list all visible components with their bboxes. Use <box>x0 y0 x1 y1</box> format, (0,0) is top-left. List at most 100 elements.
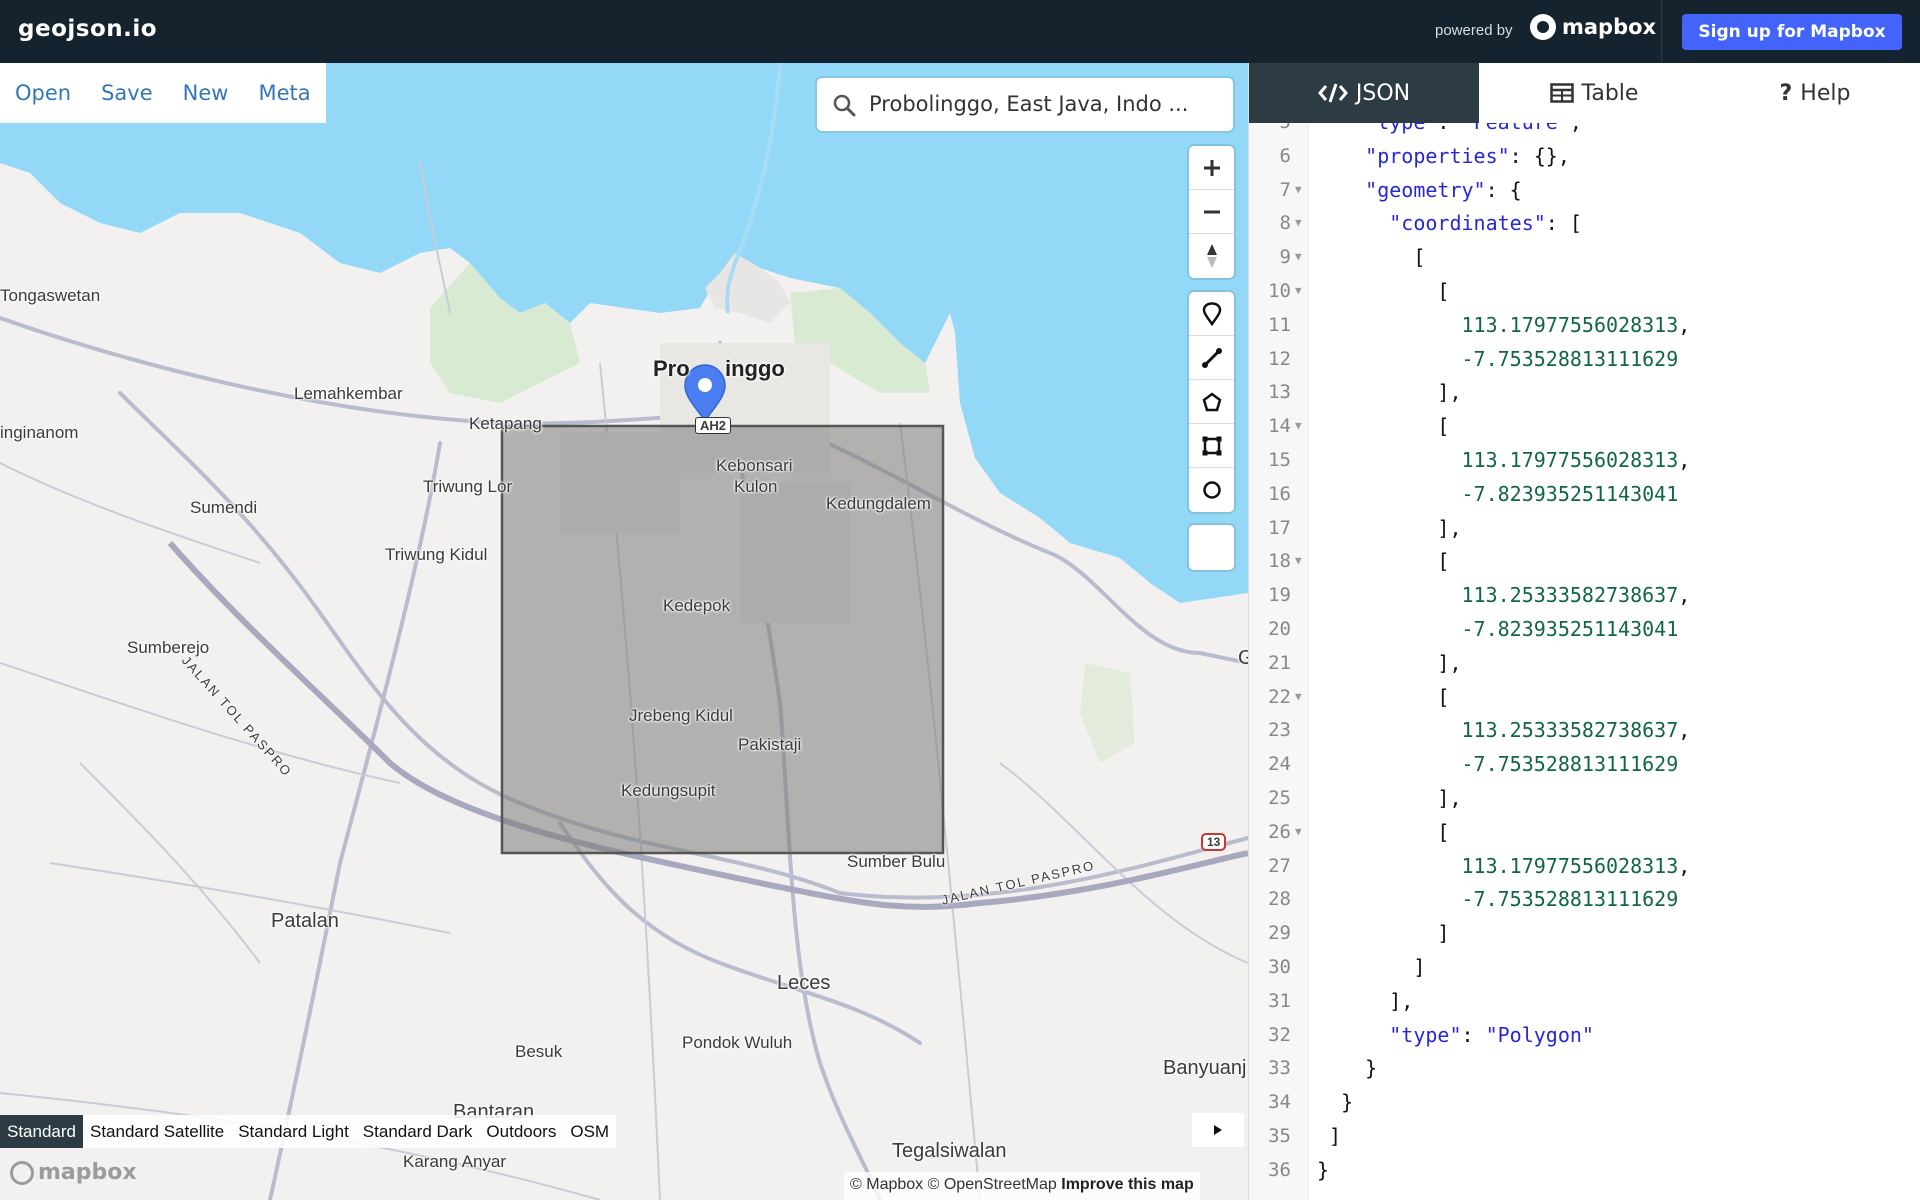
improve-map-link[interactable]: Improve this map <box>1061 1176 1193 1193</box>
style-osm[interactable]: OSM <box>563 1115 616 1148</box>
draw-point-button[interactable] <box>1189 292 1234 336</box>
code-line[interactable]: 18 ▼ [ <box>1249 544 1920 578</box>
code-line[interactable]: 29 ] <box>1249 916 1920 950</box>
code-line[interactable]: 8 ▼ "coordinates": [ <box>1249 206 1920 240</box>
code-line[interactable]: 26 ▼ [ <box>1249 815 1920 849</box>
fold-arrow-icon[interactable]: ▼ <box>1295 680 1302 714</box>
code-line[interactable]: 20 -7.823935251143041 <box>1249 612 1920 646</box>
caret-right-icon <box>1214 1125 1222 1135</box>
style-standard[interactable]: Standard <box>0 1115 83 1148</box>
new-menu[interactable]: New <box>183 81 229 105</box>
code-line[interactable]: 10 ▼ [ <box>1249 274 1920 308</box>
code-line[interactable]: 30 ] <box>1249 950 1920 984</box>
app-logo[interactable]: geojson.io <box>18 16 157 42</box>
mapbox-logo-icon <box>10 1160 34 1185</box>
map-label: G <box>1238 647 1248 669</box>
route-shield-ah2: AH2 <box>695 417 732 434</box>
code-line[interactable]: 35 ] <box>1249 1119 1920 1153</box>
code-line[interactable]: 36} <box>1249 1153 1920 1187</box>
signup-button[interactable]: Sign up for Mapbox <box>1682 14 1902 50</box>
zoom-in-button[interactable] <box>1189 146 1234 190</box>
save-menu[interactable]: Save <box>101 81 153 105</box>
code-line[interactable]: 24 -7.753528813111629 <box>1249 747 1920 781</box>
code-line[interactable]: 28 -7.753528813111629 <box>1249 882 1920 916</box>
city-label: Pro <box>653 356 690 381</box>
style-outdoors[interactable]: Outdoors <box>479 1115 563 1148</box>
code-line[interactable]: 27 113.17977556028313, <box>1249 849 1920 883</box>
style-standard-light[interactable]: Standard Light <box>231 1115 356 1148</box>
code-line[interactable]: 21 ], <box>1249 646 1920 680</box>
route-shield-13: 13 <box>1201 833 1227 851</box>
park-area <box>1080 663 1135 763</box>
top-bar: geojson.io powered by mapbox Sign up for… <box>0 0 1920 63</box>
map-label: Pondok Wuluh <box>682 1033 793 1052</box>
mapbox-brand[interactable]: mapbox <box>1530 14 1656 40</box>
tab-json[interactable]: JSON <box>1249 63 1479 123</box>
style-standard-dark[interactable]: Standard Dark <box>356 1115 480 1148</box>
draw-rectangle-button[interactable] <box>1189 424 1234 468</box>
code-text: [ <box>1317 279 1450 303</box>
line-number: 9 <box>1279 246 1291 269</box>
zoom-out-button[interactable] <box>1189 190 1234 234</box>
code-line[interactable]: 31 ], <box>1249 984 1920 1018</box>
fold-arrow-icon[interactable]: ▼ <box>1295 206 1302 240</box>
code-line[interactable]: 16 -7.823935251143041 <box>1249 477 1920 511</box>
line-number: 16 <box>1268 482 1291 505</box>
code-line[interactable]: 13 ], <box>1249 375 1920 409</box>
code-line[interactable]: 14 ▼ [ <box>1249 409 1920 443</box>
mapbox-map-logo[interactable]: mapbox <box>10 1160 137 1185</box>
style-standard-satellite[interactable]: Standard Satellite <box>83 1115 231 1148</box>
compass-icon <box>1206 244 1217 268</box>
json-editor[interactable]: 5 "type": "Feature",6 "properties": {},7… <box>1249 123 1920 1200</box>
code-line[interactable]: 7 ▼ "geometry": { <box>1249 173 1920 207</box>
code-line[interactable]: 5 "type": "Feature", <box>1249 123 1920 139</box>
draw-circle-button[interactable] <box>1189 468 1234 512</box>
code-line[interactable]: 12 -7.753528813111629 <box>1249 342 1920 376</box>
search-input[interactable] <box>869 86 1209 122</box>
tab-help[interactable]: ? Help <box>1709 63 1920 123</box>
map-canvas[interactable]: Tongaswetan Lemahkembar inginanom Ketapa… <box>0 63 1248 1200</box>
code-line[interactable]: 34 } <box>1249 1085 1920 1119</box>
extra-control[interactable] <box>1189 525 1234 570</box>
code-line[interactable]: 25 ], <box>1249 781 1920 815</box>
code-text: "type": "Polygon" <box>1389 1022 1594 1047</box>
line-number: 25 <box>1268 787 1291 809</box>
tab-table[interactable]: Table <box>1479 63 1709 123</box>
map-label: Karang Anyar <box>403 1152 507 1171</box>
attribution-osm[interactable]: © OpenStreetMap <box>928 1176 1057 1193</box>
code-line[interactable]: 17 ], <box>1249 511 1920 545</box>
search-icon <box>833 94 856 117</box>
line-number: 24 <box>1268 753 1291 776</box>
code-line[interactable]: 11 113.17977556028313, <box>1249 308 1920 342</box>
line-number: 23 <box>1268 719 1291 742</box>
line-number: 36 <box>1268 1158 1291 1181</box>
collapse-panel-button[interactable] <box>1192 1113 1244 1147</box>
fold-arrow-icon[interactable]: ▼ <box>1295 274 1302 308</box>
code-line[interactable]: 15 113.17977556028313, <box>1249 443 1920 477</box>
fold-arrow-icon[interactable]: ▼ <box>1295 815 1302 849</box>
side-panel: JSON Table ? Help 5 "type": "Feature",6 … <box>1248 63 1920 1200</box>
code-text: [ <box>1317 684 1450 709</box>
code-line[interactable]: 6 "properties": {}, <box>1249 139 1920 173</box>
open-menu[interactable]: Open <box>15 81 71 105</box>
tab-json-label: JSON <box>1355 80 1411 106</box>
draw-line-button[interactable] <box>1189 336 1234 380</box>
fold-arrow-icon[interactable]: ▼ <box>1295 409 1302 443</box>
code-line[interactable]: 23 113.25333582738637, <box>1249 713 1920 747</box>
code-line[interactable]: 32 "type": "Polygon" <box>1249 1018 1920 1052</box>
code-text: "geometry": { <box>1365 177 1522 202</box>
draw-polygon-button[interactable] <box>1189 380 1234 424</box>
code-line[interactable]: 19 113.25333582738637, <box>1249 578 1920 612</box>
code-line[interactable]: 33 } <box>1249 1051 1920 1085</box>
meta-menu[interactable]: Meta <box>258 81 310 105</box>
fold-arrow-icon[interactable]: ▼ <box>1295 173 1302 207</box>
compass-button[interactable] <box>1189 234 1234 278</box>
code-line[interactable]: 9 ▼ [ <box>1249 240 1920 274</box>
fold-arrow-icon[interactable]: ▼ <box>1295 240 1302 274</box>
attribution-mapbox[interactable]: © Mapbox <box>850 1176 923 1193</box>
fold-arrow-icon[interactable]: ▼ <box>1295 544 1302 578</box>
code-text: -7.823935251143041 <box>1461 617 1679 641</box>
blank-control-button[interactable] <box>1189 525 1234 569</box>
code-line[interactable]: 22 ▼ [ <box>1249 680 1920 714</box>
code-text: -7.823935251143041 <box>1461 481 1679 506</box>
